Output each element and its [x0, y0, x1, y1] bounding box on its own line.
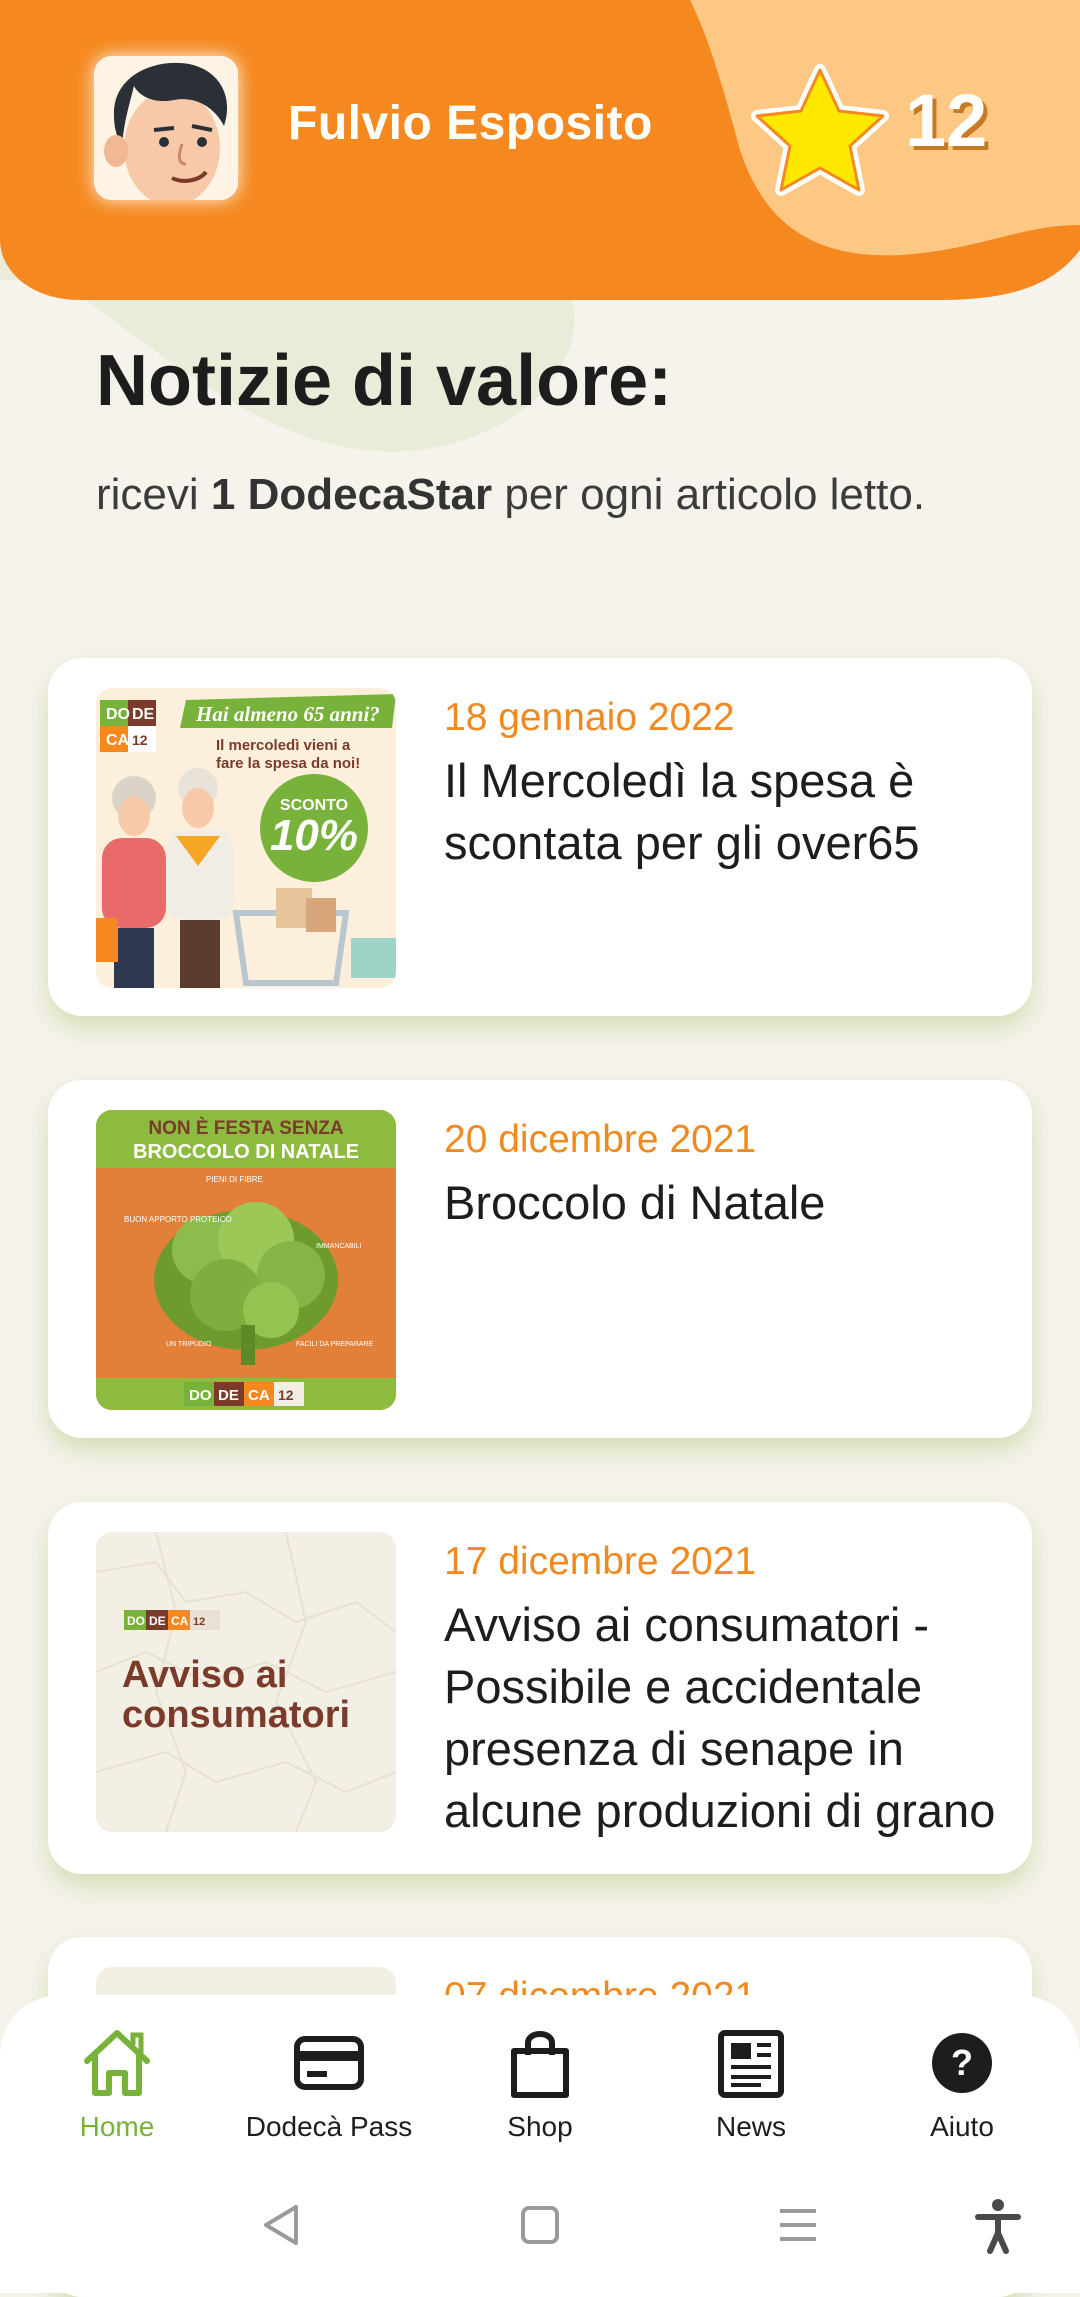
star-icon — [751, 64, 889, 196]
svg-text:BUON APPORTO PROTEICO: BUON APPORTO PROTEICO — [124, 1215, 232, 1224]
nav-dodeca-pass[interactable]: Dodecà Pass — [224, 2025, 434, 2143]
svg-text:DO: DO — [127, 1614, 145, 1628]
svg-text:Avviso ai: Avviso ai — [122, 1654, 287, 1696]
svg-text:DE: DE — [132, 706, 155, 723]
star-count: 12 — [905, 79, 988, 162]
svg-text:CA: CA — [248, 1387, 270, 1404]
nav-news[interactable]: News — [646, 2025, 856, 2143]
svg-text:PIENI DI FIBRE: PIENI DI FIBRE — [206, 1175, 263, 1184]
svg-text:12: 12 — [193, 1616, 205, 1628]
svg-text:CA: CA — [106, 732, 130, 749]
nav-label: Home — [79, 2111, 155, 2142]
nav-label: Aiuto — [930, 2111, 994, 2142]
svg-text:DE: DE — [149, 1614, 166, 1628]
article-date: 18 gennaio 2022 — [444, 696, 735, 739]
page-title: Notizie di valore: — [96, 341, 673, 421]
svg-text:Hai almeno 65 anni?: Hai almeno 65 anni? — [195, 702, 380, 726]
user-name: Fulvio Esposito — [288, 97, 653, 150]
article-thumbnail: DO DE CA 12 Hai almeno 65 anni? Il merco… — [96, 688, 396, 988]
back-icon[interactable] — [252, 2195, 312, 2255]
svg-text:DO: DO — [106, 706, 130, 723]
profile-header: Fulvio Esposito 12 — [0, 0, 1080, 310]
avatar[interactable] — [94, 56, 238, 200]
svg-text:UN TRIPUDIO: UN TRIPUDIO — [166, 1341, 212, 1348]
svg-text:12: 12 — [278, 1387, 294, 1403]
accessibility-icon[interactable] — [968, 2195, 1028, 2255]
nav-aiuto[interactable]: ? Aiuto — [857, 2025, 1067, 2143]
article-title: Il Mercoledì la spesa è scontata per gli… — [444, 754, 920, 869]
home-system-icon[interactable] — [510, 2195, 570, 2255]
svg-text:DO: DO — [189, 1387, 212, 1404]
page-subtitle: ricevi 1 DodecaStar per ogni articolo le… — [96, 470, 926, 519]
article-title: Avviso ai consumatori - Possibile e acci… — [444, 1598, 996, 1837]
dodecastar-highlight: 1 DodecaStar — [210, 470, 493, 519]
article-thumbnail: DO DE CA 12 Avviso ai consumatori — [96, 1532, 396, 1832]
svg-text:fare la spesa da noi!: fare la spesa da noi! — [216, 755, 360, 772]
article-date: 17 dicembre 2021 — [444, 1540, 757, 1583]
recents-icon[interactable] — [768, 2195, 828, 2255]
svg-text:NON È FESTA SENZA: NON È FESTA SENZA — [148, 1117, 344, 1139]
nav-shop[interactable]: Shop — [435, 2025, 645, 2143]
nav-label: Dodecà Pass — [245, 2111, 413, 2142]
svg-text:DE: DE — [218, 1387, 239, 1404]
home-icon — [84, 2030, 150, 2096]
nav-home[interactable]: Home — [12, 2025, 222, 2143]
svg-text:12: 12 — [132, 732, 148, 748]
svg-text:CA: CA — [171, 1614, 189, 1628]
svg-text:?: ? — [951, 2042, 973, 2083]
article-title: Broccolo di Natale — [444, 1176, 826, 1229]
article-thumbnail: NON È FESTA SENZA BROCCOLO DI NATALE PIE… — [96, 1110, 396, 1410]
card-icon — [294, 2036, 364, 2090]
article-date: 20 dicembre 2021 — [444, 1118, 757, 1161]
news-card[interactable]: DO DE CA 12 Avviso ai consumatori 17 dic… — [48, 1502, 1032, 1874]
svg-text:FACILI DA PREPARARE: FACILI DA PREPARARE — [296, 1341, 374, 1348]
svg-text:BROCCOLO DI NATALE: BROCCOLO DI NATALE — [133, 1141, 359, 1163]
news-card[interactable]: NON È FESTA SENZA BROCCOLO DI NATALE PIE… — [48, 1080, 1032, 1438]
nav-label: Shop — [507, 2111, 573, 2142]
svg-text:IMMANCABILI: IMMANCABILI — [316, 1243, 362, 1250]
svg-text:Il mercoledì vieni a: Il mercoledì vieni a — [216, 737, 351, 754]
svg-text:10%: 10% — [270, 811, 358, 860]
nav-label: News — [715, 2111, 786, 2142]
news-card[interactable]: DO DE CA 12 Hai almeno 65 anni? Il merco… — [48, 658, 1032, 1016]
newspaper-icon — [718, 2030, 784, 2098]
help-icon: ? — [932, 2033, 992, 2093]
bag-icon — [511, 2031, 569, 2098]
svg-text:consumatori: consumatori — [122, 1694, 350, 1736]
